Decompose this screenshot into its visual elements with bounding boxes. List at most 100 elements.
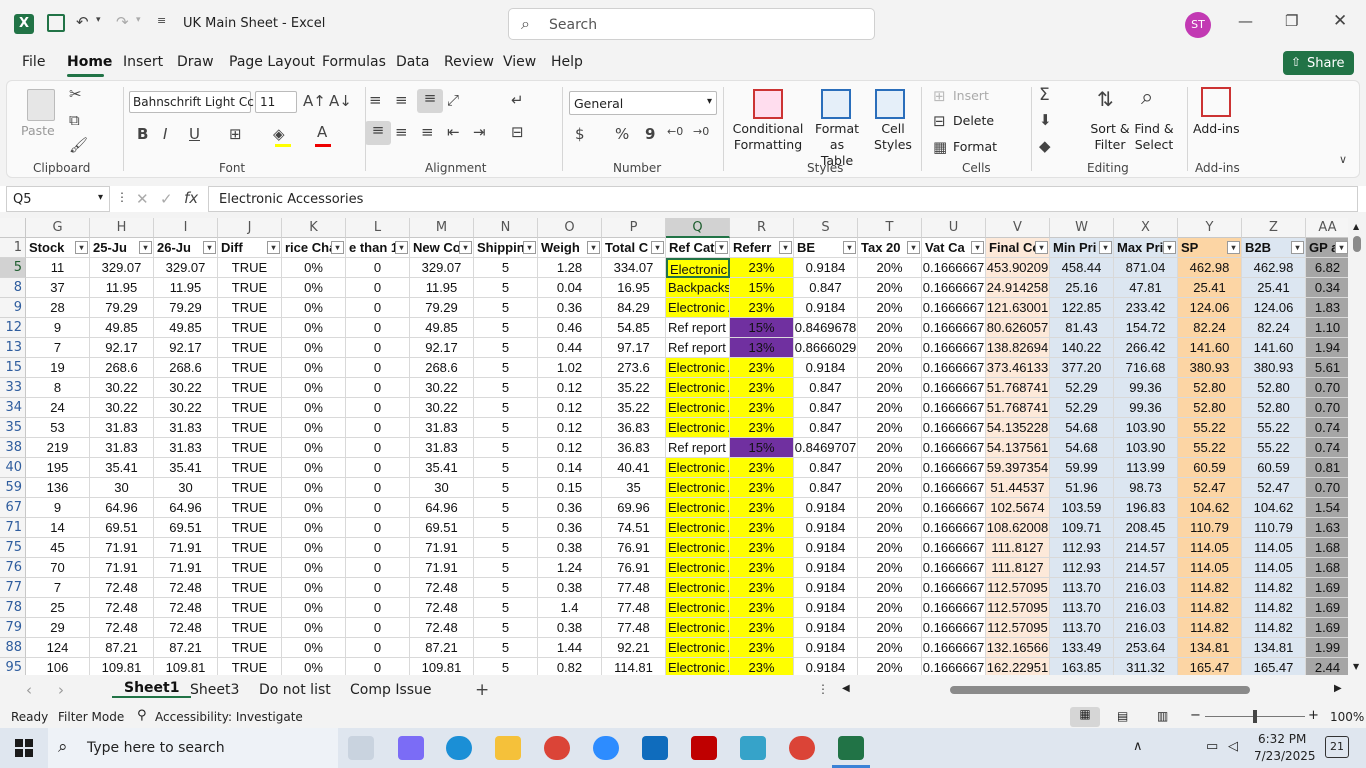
table-cell[interactable]: 11.95 bbox=[410, 278, 474, 298]
fill-icon[interactable]: ⬇ bbox=[1039, 111, 1052, 129]
table-cell[interactable]: TRUE bbox=[218, 658, 282, 675]
table-cell[interactable]: 6.82 bbox=[1306, 258, 1348, 278]
table-cell[interactable]: 214.57 bbox=[1114, 558, 1178, 578]
row-header[interactable]: 79 bbox=[0, 618, 26, 638]
table-cell[interactable]: 462.98 bbox=[1242, 258, 1306, 278]
table-cell[interactable]: 5 bbox=[474, 598, 538, 618]
table-cell[interactable]: 1.28 bbox=[538, 258, 602, 278]
table-cell[interactable]: 0.15 bbox=[538, 478, 602, 498]
table-cell[interactable]: 0% bbox=[282, 638, 346, 658]
filter-dropdown-icon[interactable]: ▾ bbox=[267, 241, 280, 254]
minimize-icon[interactable]: — bbox=[1238, 12, 1253, 30]
table-cell[interactable]: TRUE bbox=[218, 618, 282, 638]
increase-indent-icon[interactable]: ⇥ bbox=[473, 123, 486, 141]
table-cell[interactable]: 1.83 bbox=[1306, 298, 1348, 318]
align-middle-icon[interactable]: ≡ bbox=[395, 91, 408, 109]
table-cell[interactable]: 54.137561 bbox=[986, 438, 1050, 458]
table-cell[interactable]: 871.04 bbox=[1114, 258, 1178, 278]
table-cell[interactable]: 20% bbox=[858, 338, 922, 358]
table-cell[interactable]: 13% bbox=[730, 338, 794, 358]
table-cell[interactable]: 23% bbox=[730, 358, 794, 378]
cancel-icon[interactable]: ✕ bbox=[136, 190, 149, 208]
table-cell[interactable]: 266.42 bbox=[1114, 338, 1178, 358]
table-cell[interactable]: 0.82 bbox=[538, 658, 602, 675]
table-cell[interactable]: Electronic A bbox=[666, 518, 730, 538]
table-cell[interactable]: 113.99 bbox=[1114, 458, 1178, 478]
table-cell[interactable]: 5 bbox=[474, 318, 538, 338]
column-header[interactable]: S bbox=[794, 218, 858, 238]
table-cell[interactable]: 31.83 bbox=[410, 418, 474, 438]
table-cell[interactable]: 0 bbox=[346, 398, 410, 418]
table-cell[interactable]: 141.60 bbox=[1242, 338, 1306, 358]
table-cell[interactable]: Electronic A bbox=[666, 538, 730, 558]
table-cell[interactable]: 74.51 bbox=[602, 518, 666, 538]
row-header[interactable]: 67 bbox=[0, 498, 26, 518]
borders-icon[interactable]: ⊞ bbox=[229, 125, 242, 143]
insert-function-icon[interactable]: fx bbox=[184, 189, 198, 207]
filter-dropdown-icon[interactable]: ▾ bbox=[139, 241, 152, 254]
table-cell[interactable]: 268.6 bbox=[410, 358, 474, 378]
table-cell[interactable]: 0 bbox=[346, 458, 410, 478]
header-cell[interactable]: 26-Ju ▾ bbox=[154, 238, 218, 258]
table-cell[interactable]: 1.10 bbox=[1306, 318, 1348, 338]
table-cell[interactable]: 23% bbox=[730, 398, 794, 418]
table-cell[interactable]: 253.64 bbox=[1114, 638, 1178, 658]
table-cell[interactable]: TRUE bbox=[218, 398, 282, 418]
table-cell[interactable]: 0 bbox=[346, 418, 410, 438]
table-cell[interactable]: 30.22 bbox=[90, 398, 154, 418]
table-cell[interactable]: Electronic A bbox=[666, 618, 730, 638]
table-cell[interactable]: Electronic A bbox=[666, 418, 730, 438]
align-left-icon[interactable]: ≡ bbox=[365, 121, 391, 145]
table-cell[interactable]: TRUE bbox=[218, 478, 282, 498]
table-cell[interactable]: 30 bbox=[90, 478, 154, 498]
table-cell[interactable]: 0.36 bbox=[538, 298, 602, 318]
table-cell[interactable]: 20% bbox=[858, 498, 922, 518]
header-cell[interactable]: GP at ▾ bbox=[1306, 238, 1348, 258]
table-cell[interactable]: 19 bbox=[26, 358, 90, 378]
table-cell[interactable]: 31.83 bbox=[154, 418, 218, 438]
table-cell[interactable]: TRUE bbox=[218, 298, 282, 318]
table-cell[interactable]: 35.22 bbox=[602, 398, 666, 418]
table-cell[interactable]: 377.20 bbox=[1050, 358, 1114, 378]
zoom-out-icon[interactable]: − bbox=[1190, 708, 1201, 723]
column-header[interactable]: M bbox=[410, 218, 474, 238]
table-cell[interactable]: 0.38 bbox=[538, 618, 602, 638]
close-icon[interactable]: ✕ bbox=[1333, 11, 1347, 31]
table-cell[interactable]: TRUE bbox=[218, 278, 282, 298]
table-cell[interactable]: 0.9184 bbox=[794, 538, 858, 558]
table-cell[interactable]: 104.62 bbox=[1178, 498, 1242, 518]
sheet-tab[interactable]: Sheet3 bbox=[190, 682, 239, 698]
table-cell[interactable]: 36.83 bbox=[602, 418, 666, 438]
table-cell[interactable]: 20% bbox=[858, 518, 922, 538]
table-cell[interactable]: Ref report bbox=[666, 318, 730, 338]
filter-dropdown-icon[interactable]: ▾ bbox=[1099, 241, 1112, 254]
table-cell[interactable]: 23% bbox=[730, 258, 794, 278]
table-cell[interactable]: 0 bbox=[346, 498, 410, 518]
table-cell[interactable]: 0% bbox=[282, 518, 346, 538]
table-cell[interactable]: 165.47 bbox=[1178, 658, 1242, 675]
cut-icon[interactable]: ✂ bbox=[69, 85, 82, 103]
collapse-ribbon-icon[interactable]: ∨ bbox=[1339, 153, 1347, 166]
table-cell[interactable]: 84.29 bbox=[602, 298, 666, 318]
table-cell[interactable]: 0.04 bbox=[538, 278, 602, 298]
notification-icon[interactable]: 21 bbox=[1325, 736, 1349, 758]
table-cell[interactable]: 72.48 bbox=[154, 598, 218, 618]
header-cell[interactable]: Final Co ▾ bbox=[986, 238, 1050, 258]
table-cell[interactable]: 49.85 bbox=[154, 318, 218, 338]
search-box[interactable]: ⌕ Search bbox=[508, 8, 875, 40]
table-cell[interactable]: 0.1666667 bbox=[922, 598, 986, 618]
table-cell[interactable]: 30.22 bbox=[154, 398, 218, 418]
table-cell[interactable]: 47.81 bbox=[1114, 278, 1178, 298]
table-cell[interactable]: 52.80 bbox=[1242, 378, 1306, 398]
table-cell[interactable]: 0 bbox=[346, 558, 410, 578]
clock-time[interactable]: 6:32 PM bbox=[1258, 732, 1306, 746]
table-cell[interactable]: 0 bbox=[346, 578, 410, 598]
table-cell[interactable]: 55.22 bbox=[1242, 438, 1306, 458]
table-cell[interactable]: 1.99 bbox=[1306, 638, 1348, 658]
scroll-up-icon[interactable]: ▲ bbox=[1353, 222, 1359, 231]
table-cell[interactable]: 0.1666667 bbox=[922, 458, 986, 478]
table-cell[interactable]: 2.44 bbox=[1306, 658, 1348, 675]
table-cell[interactable]: 23% bbox=[730, 458, 794, 478]
table-cell[interactable]: 20% bbox=[858, 318, 922, 338]
number-format-select[interactable]: General ▾ bbox=[569, 91, 717, 115]
